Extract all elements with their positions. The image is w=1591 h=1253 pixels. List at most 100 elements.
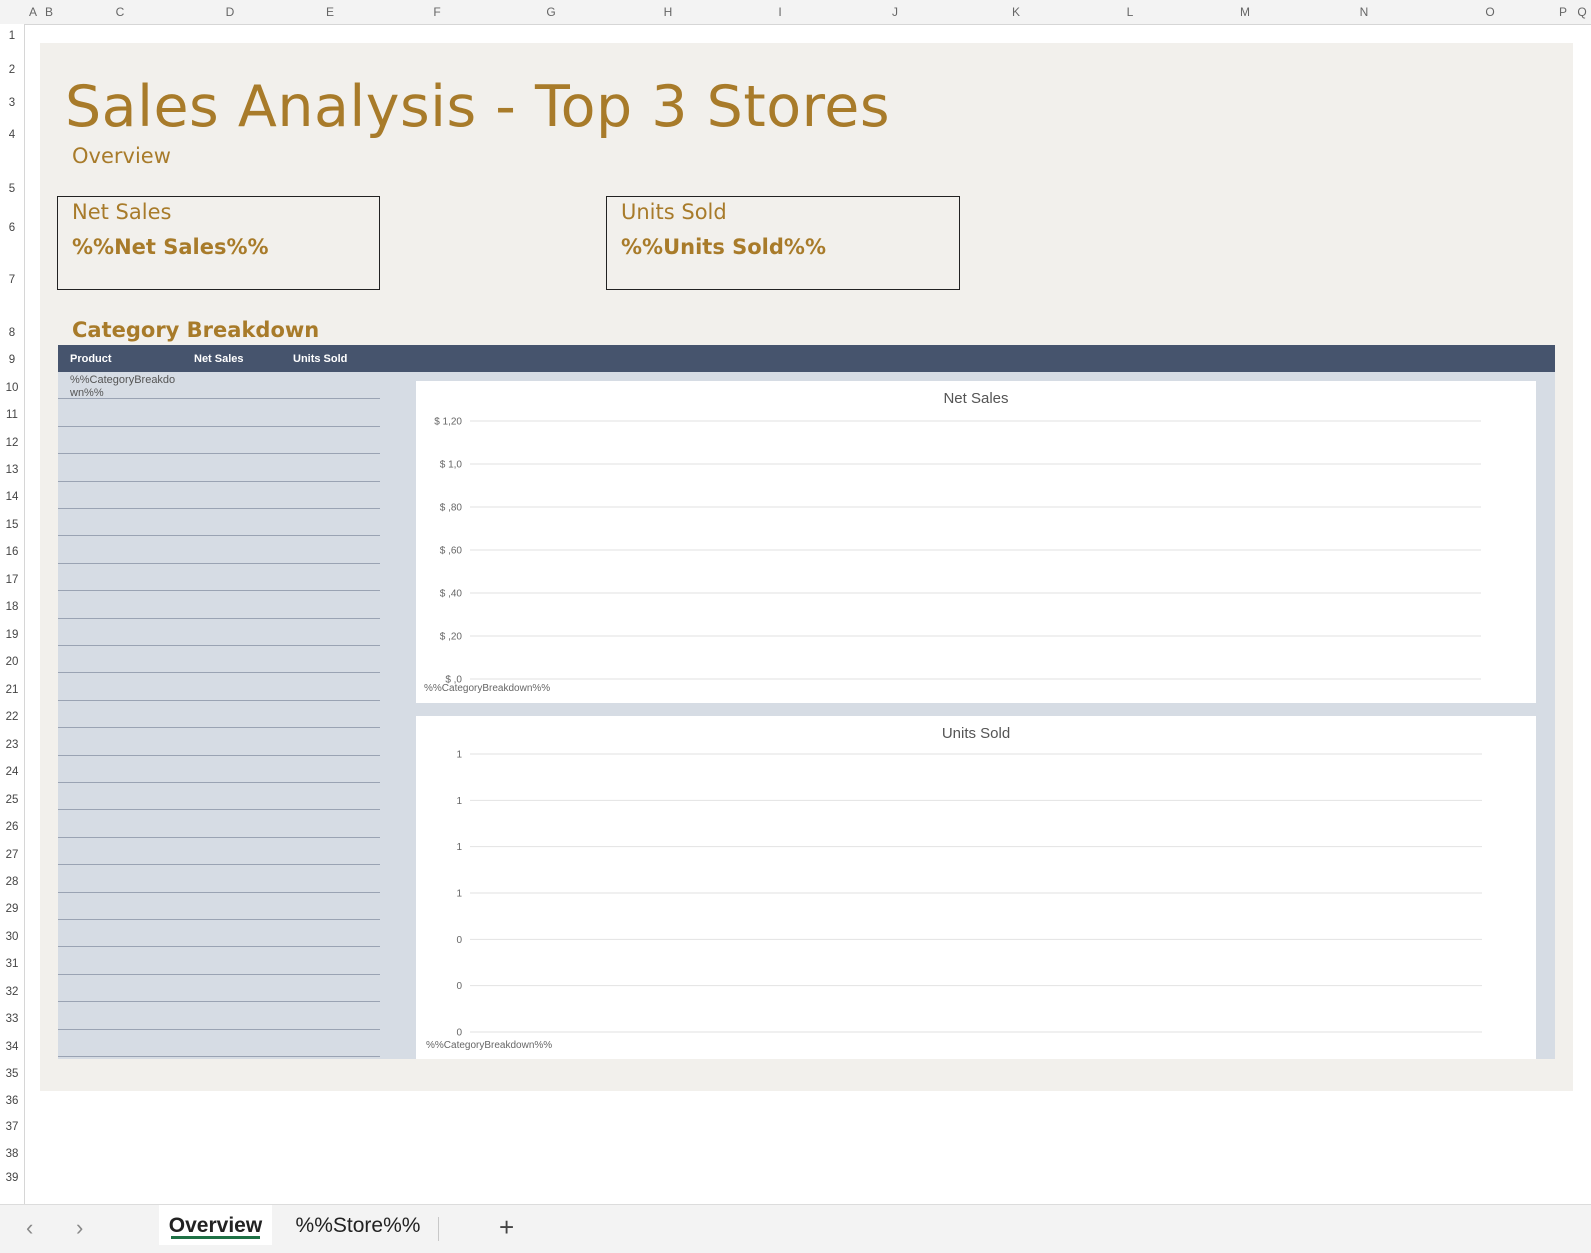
table-row[interactable] — [58, 673, 380, 701]
row-header-38[interactable]: 38 — [0, 1148, 24, 1160]
column-header-i[interactable]: I — [778, 5, 781, 19]
row-header-26[interactable]: 26 — [0, 821, 24, 833]
column-product-header[interactable]: Product — [70, 353, 112, 365]
column-header-j[interactable]: J — [892, 5, 898, 19]
y-tick-label: 0 — [456, 981, 462, 992]
table-row[interactable] — [58, 893, 380, 920]
y-tick-label: $ ,20 — [440, 632, 463, 643]
row-header-30[interactable]: 30 — [0, 931, 24, 943]
row-header-33[interactable]: 33 — [0, 1013, 24, 1025]
row-header-3[interactable]: 3 — [0, 97, 24, 109]
y-tick-label: 1 — [456, 889, 462, 900]
row-header-7[interactable]: 7 — [0, 274, 24, 286]
net-sales-chart-category-label: %%CategoryBreakdown%% — [424, 683, 551, 694]
row-header-25[interactable]: 25 — [0, 794, 24, 806]
sheet-tab-bar: ‹ › Overview %%Store%% + — [0, 1204, 1591, 1253]
column-header-m[interactable]: M — [1240, 5, 1250, 19]
row-header-31[interactable]: 31 — [0, 958, 24, 970]
table-row[interactable] — [58, 920, 380, 948]
row-header-12[interactable]: 12 — [0, 437, 24, 449]
row-header-20[interactable]: 20 — [0, 656, 24, 668]
row-header-13[interactable]: 13 — [0, 464, 24, 476]
net-sales-card[interactable]: Net Sales %%Net Sales%% — [57, 196, 380, 290]
column-header-q[interactable]: Q — [1577, 5, 1586, 19]
column-net-sales-header[interactable]: Net Sales — [194, 353, 244, 365]
table-row[interactable] — [58, 564, 380, 592]
row-header-8[interactable]: 8 — [0, 327, 24, 339]
y-tick-label: 0 — [456, 935, 462, 946]
table-row[interactable] — [58, 947, 380, 975]
table-row[interactable] — [58, 783, 380, 811]
tab-overview[interactable]: Overview — [159, 1205, 272, 1245]
table-row[interactable] — [58, 838, 380, 866]
chevron-right-icon[interactable]: › — [76, 1215, 83, 1241]
row-header-39[interactable]: 39 — [0, 1172, 24, 1184]
column-header-l[interactable]: L — [1127, 5, 1134, 19]
column-header-n[interactable]: N — [1360, 5, 1369, 19]
column-header-b[interactable]: B — [45, 5, 53, 19]
column-units-sold-header[interactable]: Units Sold — [293, 353, 347, 365]
row-header-1[interactable]: 1 — [0, 30, 24, 42]
row-header-15[interactable]: 15 — [0, 519, 24, 531]
units-sold-chart[interactable]: 1 1 1 1 0 0 0 Units Sold %%CategoryBreakdown%% — [416, 716, 1536, 1059]
row-header-29[interactable]: 29 — [0, 903, 24, 915]
row-header-24[interactable]: 24 — [0, 766, 24, 778]
table-row[interactable] — [58, 728, 380, 756]
column-header-g[interactable]: G — [546, 5, 555, 19]
table-row[interactable] — [58, 1002, 380, 1030]
table-row[interactable] — [58, 756, 380, 783]
column-header-h[interactable]: H — [664, 5, 673, 19]
row-header-34[interactable]: 34 — [0, 1041, 24, 1053]
row-header-28[interactable]: 28 — [0, 876, 24, 888]
column-header-d[interactable]: D — [226, 5, 235, 19]
table-row[interactable] — [58, 509, 380, 537]
tab-store[interactable]: %%Store%% — [283, 1205, 433, 1245]
column-header-a[interactable]: A — [29, 5, 37, 19]
table-row[interactable] — [58, 482, 380, 509]
table-row[interactable] — [58, 701, 380, 729]
row-header-6[interactable]: 6 — [0, 222, 24, 234]
row-header-27[interactable]: 27 — [0, 849, 24, 861]
category-breakdown-cell[interactable]: %%CategoryBreakdown%% — [70, 374, 180, 400]
row-header-14[interactable]: 14 — [0, 491, 24, 503]
units-sold-card[interactable]: Units Sold %%Units Sold%% — [606, 196, 960, 290]
row-header-11[interactable]: 11 — [0, 409, 24, 421]
row-header-2[interactable]: 2 — [0, 64, 24, 76]
column-header-o[interactable]: O — [1485, 5, 1494, 19]
column-header-p[interactable]: P — [1559, 5, 1567, 19]
net-sales-plot: $ 1,20$ 1,0$ ,80$ ,60$ ,40$ ,20$ ,0 — [434, 417, 1481, 686]
row-header-5[interactable]: 5 — [0, 183, 24, 195]
column-header-c[interactable]: C — [116, 5, 125, 19]
table-row[interactable] — [58, 536, 380, 564]
net-sales-chart[interactable]: $ 1,20 $ 1,0 $ ,80 $ ,60 $ ,40 $ ,20 $ ,0 Net … — [416, 381, 1536, 703]
table-row[interactable] — [58, 454, 380, 482]
row-header-22[interactable]: 22 — [0, 711, 24, 723]
row-header-17[interactable]: 17 — [0, 574, 24, 586]
column-header-e[interactable]: E — [326, 5, 334, 19]
row-header-21[interactable]: 21 — [0, 684, 24, 696]
table-row[interactable] — [58, 591, 380, 619]
column-header-f[interactable]: F — [433, 5, 440, 19]
table-row[interactable] — [58, 975, 380, 1003]
table-row[interactable] — [58, 865, 380, 893]
table-row[interactable] — [58, 646, 380, 674]
row-header-36[interactable]: 36 — [0, 1095, 24, 1107]
row-header-10[interactable]: 10 — [0, 382, 24, 394]
row-header-37[interactable]: 37 — [0, 1121, 24, 1133]
row-header-9[interactable]: 9 — [0, 354, 24, 366]
table-row[interactable] — [58, 1030, 380, 1057]
plus-icon[interactable]: + — [499, 1212, 514, 1243]
row-header-4[interactable]: 4 — [0, 129, 24, 141]
table-row[interactable] — [58, 810, 380, 838]
row-header-19[interactable]: 19 — [0, 629, 24, 641]
column-header-k[interactable]: K — [1012, 5, 1020, 19]
row-header-35[interactable]: 35 — [0, 1068, 24, 1080]
table-row[interactable] — [58, 399, 380, 427]
chevron-left-icon[interactable]: ‹ — [26, 1215, 33, 1241]
row-header-32[interactable]: 32 — [0, 986, 24, 998]
table-row[interactable] — [58, 619, 380, 646]
table-row[interactable] — [58, 427, 380, 455]
row-header-23[interactable]: 23 — [0, 739, 24, 751]
row-header-18[interactable]: 18 — [0, 601, 24, 613]
row-header-16[interactable]: 16 — [0, 546, 24, 558]
